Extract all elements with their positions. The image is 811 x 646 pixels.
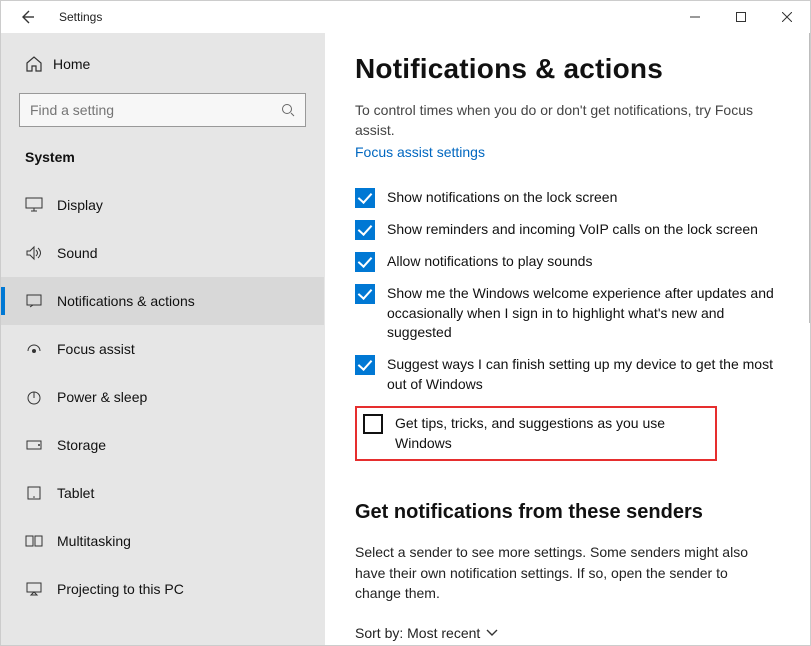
checkbox-checked-icon[interactable]: [355, 220, 375, 240]
checkbox-checked-icon[interactable]: [355, 284, 375, 304]
display-icon: [25, 197, 57, 213]
projecting-icon: [25, 581, 57, 597]
nav-label: Projecting to this PC: [57, 581, 184, 597]
notifications-icon: [25, 293, 57, 309]
nav-label: Multitasking: [57, 533, 131, 549]
nav-label: Sound: [57, 245, 97, 261]
main-content: Notifications & actions To control times…: [325, 33, 810, 645]
checkbox-checked-icon[interactable]: [355, 355, 375, 375]
category-heading: System: [1, 127, 324, 181]
option-reminders-voip[interactable]: Show reminders and incoming VoIP calls o…: [355, 220, 776, 240]
nav-label: Power & sleep: [57, 389, 147, 405]
option-play-sounds[interactable]: Allow notifications to play sounds: [355, 252, 776, 272]
nav-focus-assist[interactable]: Focus assist: [1, 325, 324, 373]
sort-value: Most recent: [407, 625, 480, 641]
option-finish-setup[interactable]: Suggest ways I can finish setting up my …: [355, 355, 776, 394]
storage-icon: [25, 437, 57, 453]
nav-label: Tablet: [57, 485, 94, 501]
back-button[interactable]: [19, 9, 47, 25]
maximize-button[interactable]: [718, 1, 764, 33]
option-label: Show me the Windows welcome experience a…: [387, 284, 776, 343]
nav-storage[interactable]: Storage: [1, 421, 324, 469]
senders-heading: Get notifications from these senders: [355, 501, 776, 524]
sort-label: Sort by:: [355, 625, 403, 641]
option-label: Show reminders and incoming VoIP calls o…: [387, 220, 758, 240]
focus-assist-link[interactable]: Focus assist settings: [355, 144, 485, 160]
option-label: Show notifications on the lock screen: [387, 188, 617, 208]
sort-control[interactable]: Sort by: Most recent: [355, 625, 776, 641]
nav-multitasking[interactable]: Multitasking: [1, 517, 324, 565]
home-label: Home: [53, 56, 90, 72]
nav-display[interactable]: Display: [1, 181, 324, 229]
option-welcome-experience[interactable]: Show me the Windows welcome experience a…: [355, 284, 776, 343]
power-icon: [25, 389, 57, 405]
search-box[interactable]: [19, 93, 306, 127]
nav-label: Focus assist: [57, 341, 135, 357]
nav-power-sleep[interactable]: Power & sleep: [1, 373, 324, 421]
page-description: To control times when you do or don't ge…: [355, 101, 776, 140]
focus-assist-icon: [25, 341, 57, 357]
option-label: Get tips, tricks, and suggestions as you…: [395, 414, 707, 453]
checkbox-unchecked-icon[interactable]: [363, 414, 383, 434]
nav-label: Notifications & actions: [57, 293, 195, 309]
sidebar: Home System Display Sound Notifications …: [1, 33, 325, 645]
nav-projecting[interactable]: Projecting to this PC: [1, 565, 324, 613]
tablet-icon: [25, 485, 57, 501]
option-lock-screen-notifications[interactable]: Show notifications on the lock screen: [355, 188, 776, 208]
search-icon: [281, 103, 295, 117]
minimize-button[interactable]: [672, 1, 718, 33]
nav-sound[interactable]: Sound: [1, 229, 324, 277]
nav-label: Storage: [57, 437, 106, 453]
multitasking-icon: [25, 533, 57, 549]
search-input[interactable]: [30, 102, 295, 118]
nav-notifications[interactable]: Notifications & actions: [1, 277, 324, 325]
checkbox-checked-icon[interactable]: [355, 252, 375, 272]
sound-icon: [25, 245, 57, 261]
senders-description: Select a sender to see more settings. So…: [355, 542, 776, 603]
option-tips-tricks[interactable]: Get tips, tricks, and suggestions as you…: [363, 414, 707, 453]
page-title: Notifications & actions: [355, 53, 776, 85]
highlight-box: Get tips, tricks, and suggestions as you…: [355, 406, 717, 461]
close-button[interactable]: [764, 1, 810, 33]
chevron-down-icon: [486, 629, 498, 637]
titlebar: Settings: [1, 1, 810, 33]
window-title: Settings: [59, 10, 102, 24]
home-icon: [25, 55, 53, 73]
checkbox-checked-icon[interactable]: [355, 188, 375, 208]
nav-label: Display: [57, 197, 103, 213]
nav-tablet[interactable]: Tablet: [1, 469, 324, 517]
home-link[interactable]: Home: [1, 49, 324, 79]
option-label: Suggest ways I can finish setting up my …: [387, 355, 776, 394]
selection-indicator: [1, 287, 5, 315]
scrollbar[interactable]: [809, 33, 810, 323]
option-label: Allow notifications to play sounds: [387, 252, 592, 272]
